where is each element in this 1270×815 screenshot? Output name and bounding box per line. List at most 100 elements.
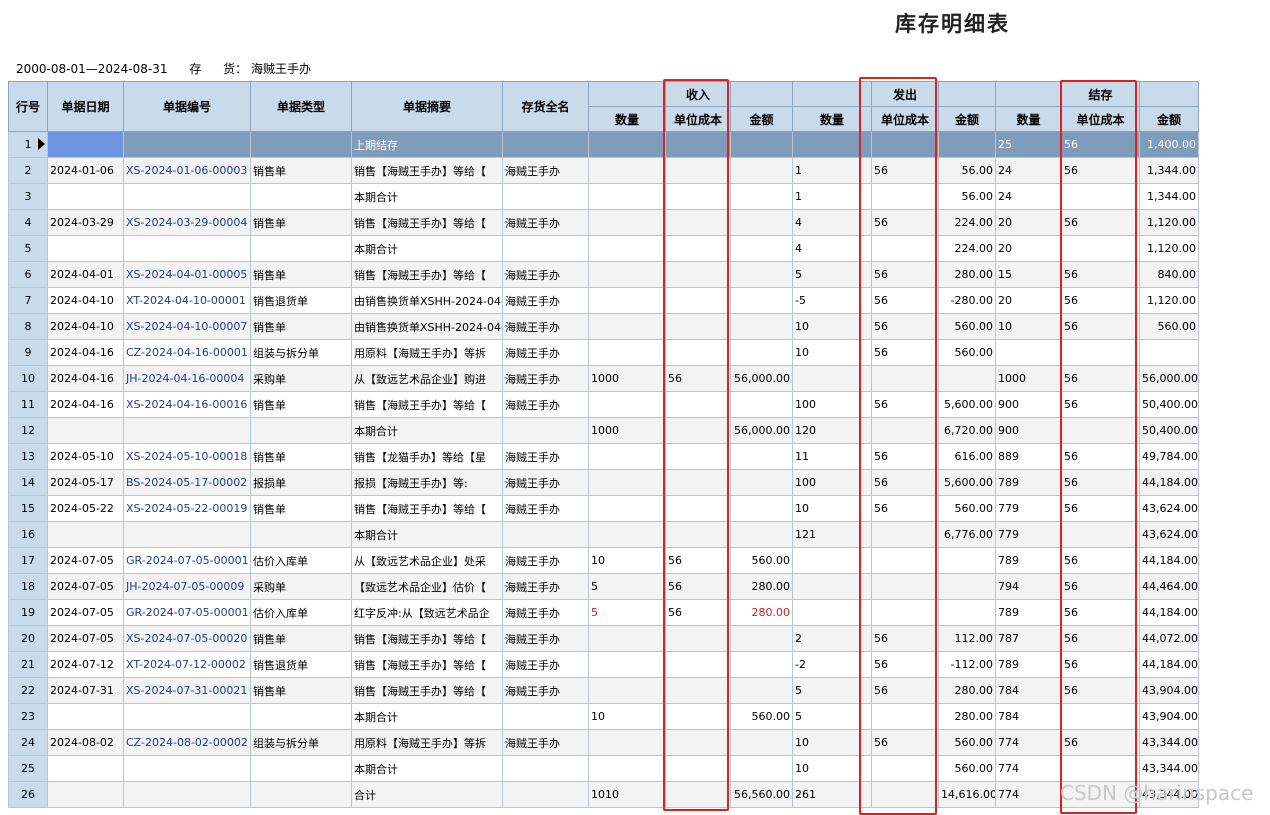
cell-stock-qty[interactable]: 24: [995, 157, 1062, 184]
cell-summary[interactable]: 用原料【海贼王手办】等拆: [351, 339, 503, 366]
cell-out-qty[interactable]: 100: [792, 391, 872, 418]
cell-item[interactable]: [502, 703, 589, 730]
cell-out-amount[interactable]: 560.00: [938, 313, 996, 340]
cell-item[interactable]: [502, 131, 589, 158]
cell-code[interactable]: JH-2024-04-16-00004: [123, 365, 251, 392]
cell-out-amount[interactable]: 560.00: [938, 495, 996, 522]
cell-out-unit-cost[interactable]: [871, 599, 939, 626]
cell-stock-amount[interactable]: 1,344.00: [1139, 183, 1199, 210]
cell-date[interactable]: 2024-07-05: [47, 547, 124, 574]
cell-summary[interactable]: 本期合计: [351, 417, 503, 444]
row-number[interactable]: 22: [8, 677, 48, 704]
cell-stock-amount[interactable]: 50,400.00: [1139, 417, 1199, 444]
table-row[interactable]: 8 2024-04-10 XS-2024-04-10-00007 销售单 由销售换货单X…: [8, 313, 1199, 340]
cell-type[interactable]: 报损单: [250, 469, 352, 496]
cell-stock-qty[interactable]: 784: [995, 703, 1062, 730]
table-row[interactable]: 12 本期合计 1000 56,000.00 120 6,720.00 900 50,400.…: [8, 417, 1199, 444]
cell-in-unit-cost[interactable]: [665, 261, 731, 288]
row-number[interactable]: 23: [8, 703, 48, 730]
row-number[interactable]: 18: [8, 573, 48, 600]
cell-type[interactable]: 组装与拆分单: [250, 339, 352, 366]
cell-in-unit-cost[interactable]: [665, 131, 731, 158]
header-in-qty[interactable]: 数量: [588, 106, 666, 132]
cell-stock-qty[interactable]: 789: [995, 651, 1062, 678]
cell-stock-amount[interactable]: 840.00: [1139, 261, 1199, 288]
row-number[interactable]: 8: [8, 313, 48, 340]
cell-item[interactable]: [502, 235, 589, 262]
cell-type[interactable]: [250, 183, 352, 210]
table-row[interactable]: 10 2024-04-16 JH-2024-04-16-00004 采购单 从【致远艺术…: [8, 365, 1199, 392]
cell-out-qty[interactable]: [792, 599, 872, 626]
cell-stock-qty[interactable]: 20: [995, 287, 1062, 314]
header-stock-amount[interactable]: 金额: [1139, 106, 1199, 132]
row-number[interactable]: 13: [8, 443, 48, 470]
cell-out-amount[interactable]: [938, 131, 996, 158]
cell-summary[interactable]: 合计: [351, 781, 503, 808]
cell-summary[interactable]: 红字反冲:从【致远艺术品企: [351, 599, 503, 626]
cell-summary[interactable]: 销售【海贼王手办】等给【: [351, 391, 503, 418]
header-out-unit-cost[interactable]: 单位成本: [871, 106, 939, 132]
cell-in-qty[interactable]: 5: [588, 599, 666, 626]
cell-stock-amount[interactable]: 44,184.00: [1139, 651, 1199, 678]
cell-out-unit-cost[interactable]: 56: [871, 209, 939, 236]
cell-stock-qty[interactable]: 789: [995, 547, 1062, 574]
cell-out-qty[interactable]: -2: [792, 651, 872, 678]
cell-in-qty[interactable]: 1000: [588, 365, 666, 392]
cell-stock-unit-cost[interactable]: 56: [1061, 547, 1140, 574]
cell-in-unit-cost[interactable]: 56: [665, 547, 731, 574]
cell-stock-qty[interactable]: 784: [995, 677, 1062, 704]
cell-item[interactable]: [502, 417, 589, 444]
cell-stock-amount[interactable]: 49,784.00: [1139, 443, 1199, 470]
cell-in-amount[interactable]: [730, 313, 793, 340]
cell-in-unit-cost[interactable]: [665, 339, 731, 366]
cell-stock-amount[interactable]: 50,400.00: [1139, 391, 1199, 418]
cell-out-amount[interactable]: 5,600.00: [938, 391, 996, 418]
row-number[interactable]: 25: [8, 755, 48, 782]
cell-stock-amount[interactable]: 1,120.00: [1139, 235, 1199, 262]
cell-type[interactable]: 销售单: [250, 157, 352, 184]
cell-in-unit-cost[interactable]: 56: [665, 573, 731, 600]
cell-in-amount[interactable]: [730, 521, 793, 548]
cell-date[interactable]: 2024-08-02: [47, 729, 124, 756]
table-row[interactable]: 14 2024-05-17 BS-2024-05-17-00002 报损单 报损【海贼王…: [8, 469, 1199, 496]
cell-in-qty[interactable]: [588, 677, 666, 704]
cell-in-qty[interactable]: [588, 157, 666, 184]
cell-stock-qty[interactable]: 889: [995, 443, 1062, 470]
cell-type[interactable]: 销售退货单: [250, 651, 352, 678]
cell-in-amount[interactable]: [730, 391, 793, 418]
cell-item[interactable]: 海贼王手办: [502, 391, 589, 418]
cell-date[interactable]: 2024-04-10: [47, 313, 124, 340]
cell-stock-amount[interactable]: 44,184.00: [1139, 547, 1199, 574]
cell-type[interactable]: [250, 703, 352, 730]
row-number[interactable]: 9: [8, 339, 48, 366]
cell-in-unit-cost[interactable]: [665, 443, 731, 470]
table-row[interactable]: 18 2024-07-05 JH-2024-07-05-00009 采购单 【致远艺术品…: [8, 573, 1199, 600]
cell-summary[interactable]: 从【致远艺术品企业】购进: [351, 365, 503, 392]
cell-item[interactable]: [502, 521, 589, 548]
cell-out-unit-cost[interactable]: 56: [871, 339, 939, 366]
cell-stock-amount[interactable]: 44,072.00: [1139, 625, 1199, 652]
cell-date[interactable]: 2024-05-10: [47, 443, 124, 470]
cell-out-amount[interactable]: 224.00: [938, 209, 996, 236]
row-number[interactable]: 2: [8, 157, 48, 184]
header-item[interactable]: 存货全名: [502, 81, 589, 132]
row-number[interactable]: 20: [8, 625, 48, 652]
cell-stock-unit-cost[interactable]: 56: [1061, 391, 1140, 418]
cell-in-amount[interactable]: 56,000.00: [730, 417, 793, 444]
table-row[interactable]: 26 合计 1010 56,560.00 261 14,616.00 774 43,344.0…: [8, 781, 1199, 808]
cell-out-qty[interactable]: [792, 547, 872, 574]
cell-in-amount[interactable]: 280.00: [730, 573, 793, 600]
cell-out-qty[interactable]: 4: [792, 235, 872, 262]
cell-out-qty[interactable]: 1: [792, 183, 872, 210]
cell-out-amount[interactable]: 560.00: [938, 755, 996, 782]
table-row[interactable]: 25 本期合计 10 560.00 774 43,344.00: [8, 755, 1199, 782]
table-row[interactable]: 20 2024-07-05 XS-2024-07-05-00020 销售单 销售【海贼王…: [8, 625, 1199, 652]
cell-code[interactable]: CZ-2024-04-16-00001: [123, 339, 251, 366]
cell-stock-unit-cost[interactable]: [1061, 703, 1140, 730]
cell-in-amount[interactable]: 560.00: [730, 703, 793, 730]
cell-stock-qty[interactable]: 789: [995, 599, 1062, 626]
cell-date[interactable]: [47, 521, 124, 548]
cell-stock-amount[interactable]: 43,624.00: [1139, 495, 1199, 522]
cell-out-qty[interactable]: 10: [792, 339, 872, 366]
cell-date[interactable]: 2024-03-29: [47, 209, 124, 236]
